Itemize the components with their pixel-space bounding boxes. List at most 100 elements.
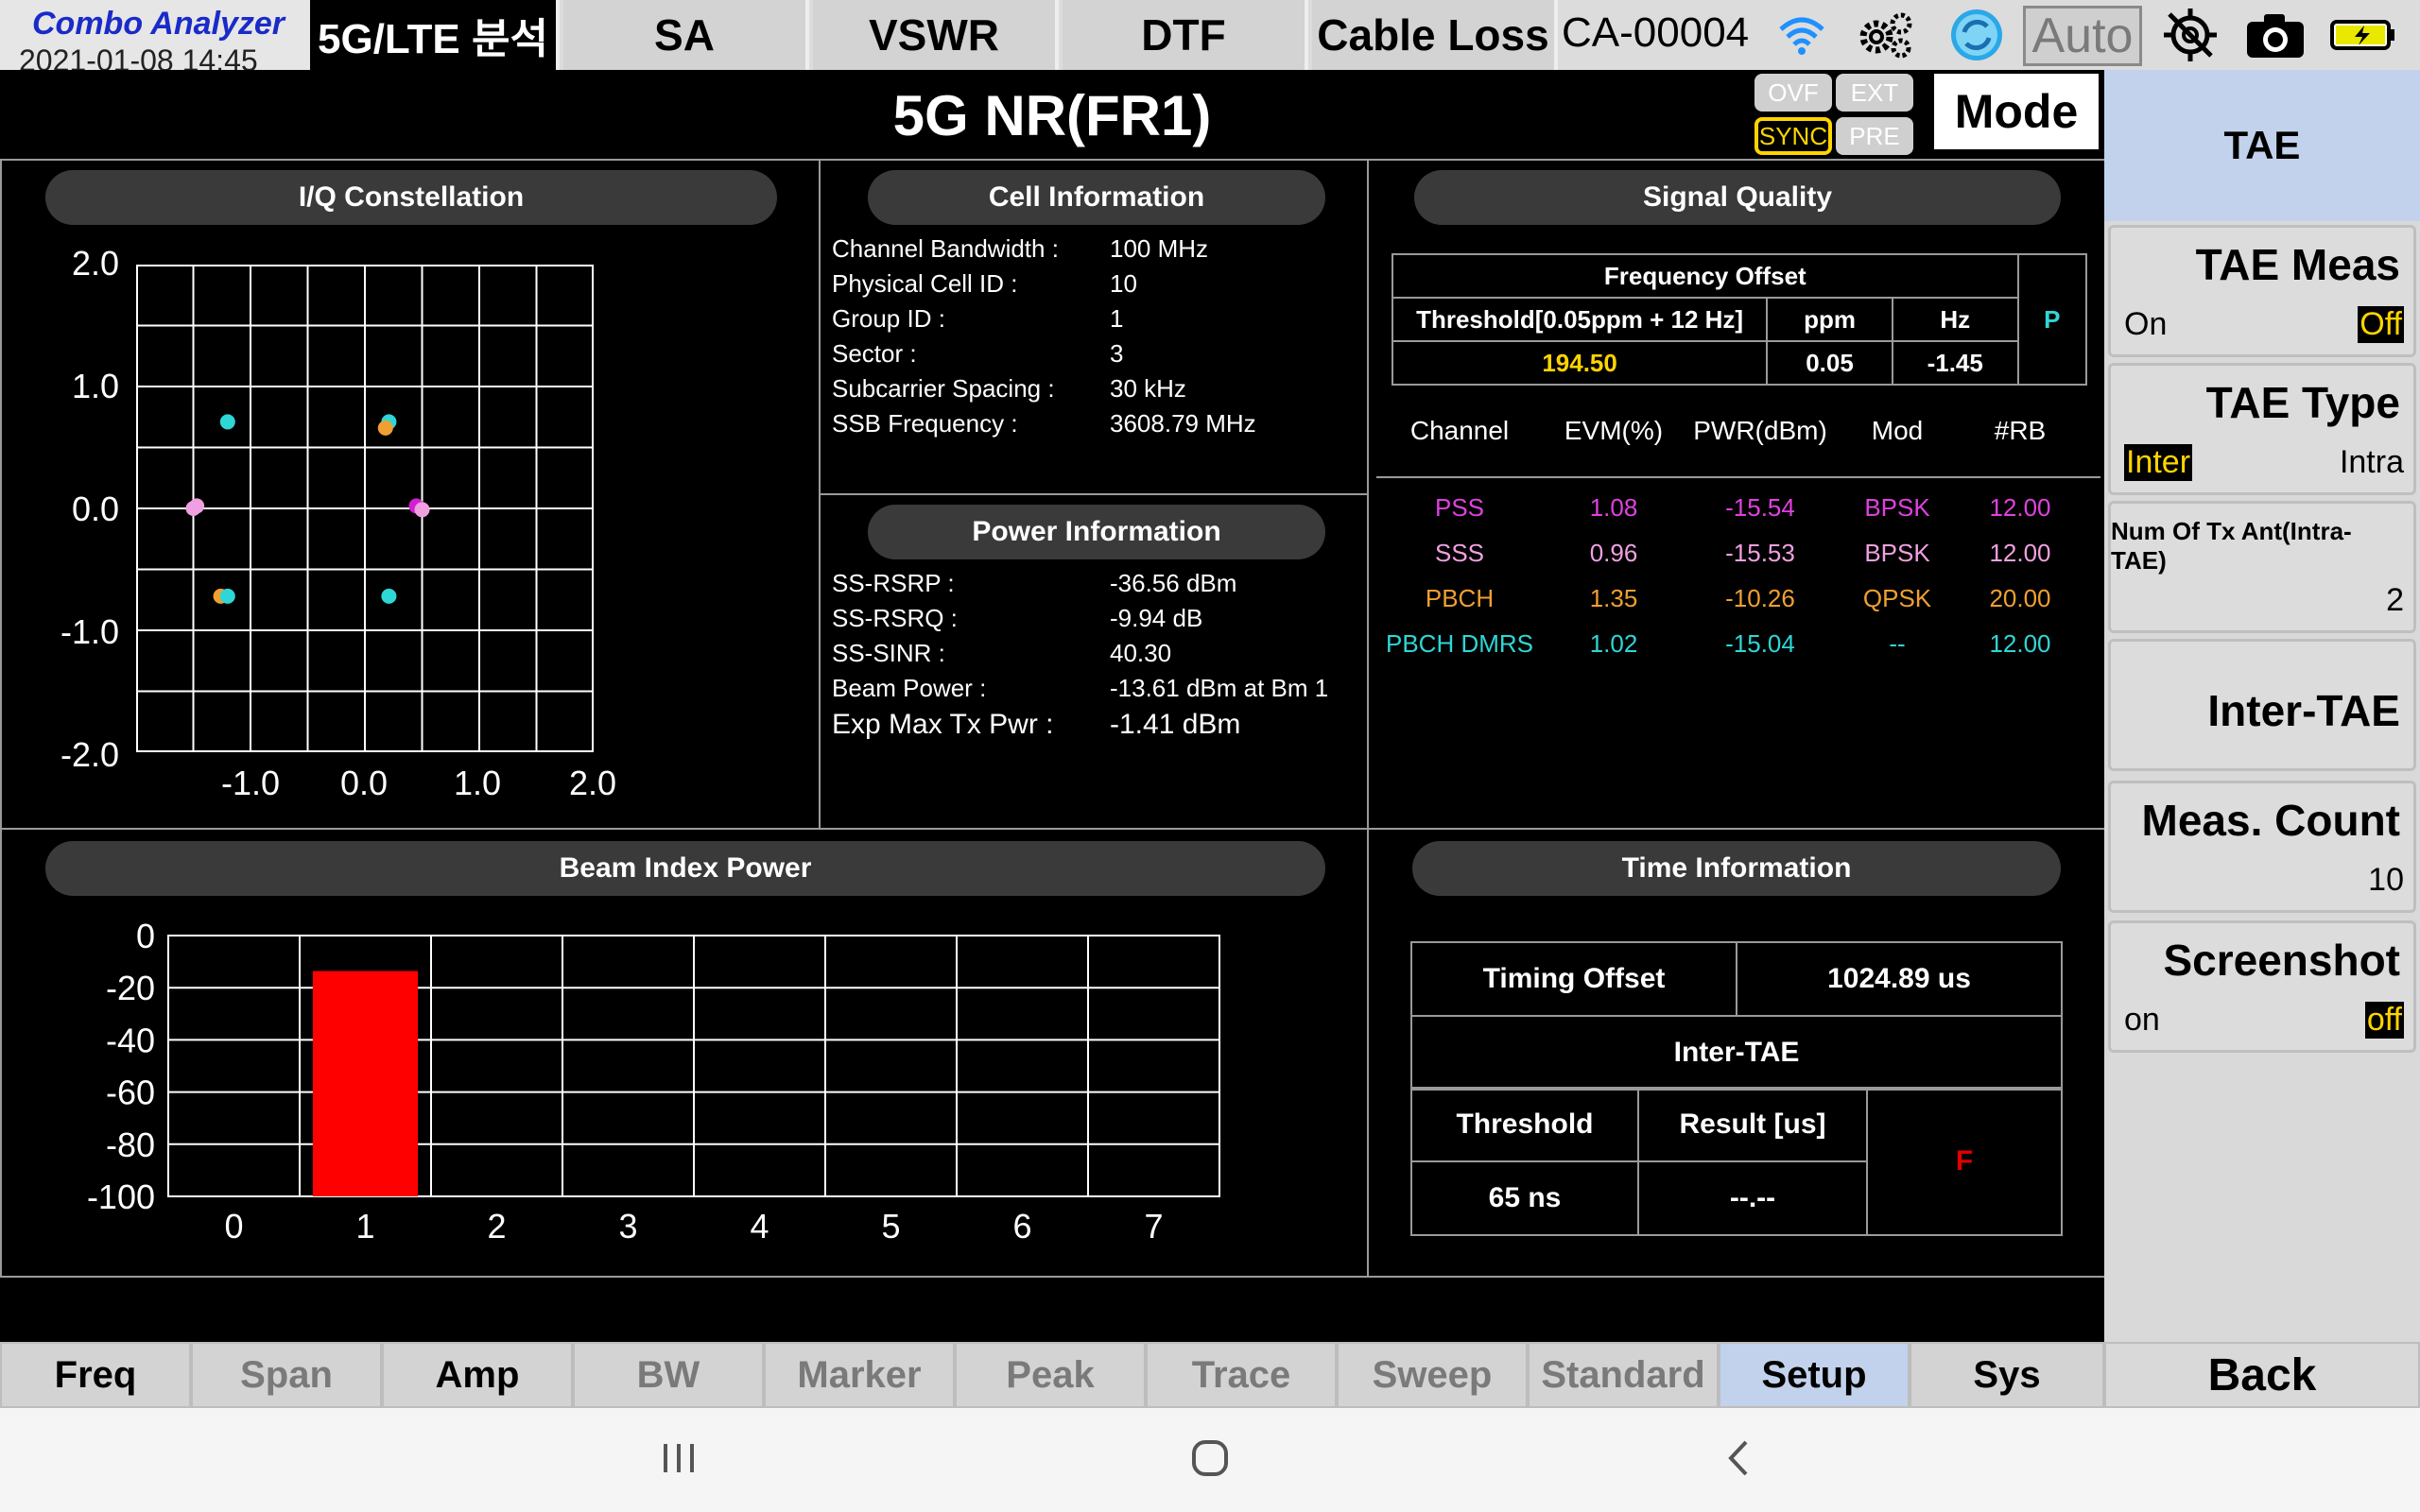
y-tick: 0.0	[72, 490, 120, 528]
tab-5g-lte[interactable]: 5G/LTE 분석	[310, 0, 560, 70]
freq-offset-pass: P	[2016, 253, 2088, 386]
signal-rb-cell: 20.00	[1989, 584, 2051, 612]
signal-header: Signal Quality	[1414, 170, 2061, 225]
bottom-tab-marker[interactable]: Marker	[764, 1342, 955, 1408]
cell-info-label: Sector :	[832, 339, 917, 368]
tab-cable-loss[interactable]: Cable Loss	[1312, 0, 1558, 70]
signal-mod-cell: QPSK	[1862, 584, 1932, 612]
inter-tae-button[interactable]: Inter-TAE	[2108, 639, 2416, 771]
timing-offset-label: Timing Offset	[1410, 941, 1737, 1017]
bottom-tab-setup[interactable]: Setup	[1719, 1342, 1910, 1408]
bottom-tab-sweep[interactable]: Sweep	[1337, 1342, 1528, 1408]
signal-channel-cell: PBCH DMRS	[1385, 629, 1533, 658]
bottom-tab-span[interactable]: Span	[191, 1342, 382, 1408]
y-tick: -2.0	[60, 735, 120, 774]
back-nav-icon[interactable]	[1702, 1425, 1777, 1491]
sync-icon[interactable]	[1944, 6, 2010, 64]
tab-sa[interactable]: SA	[563, 0, 809, 70]
bottom-tab-bw[interactable]: BW	[573, 1342, 764, 1408]
ppm-header: ppm	[1766, 297, 1893, 342]
screenshot-off: off	[2364, 1002, 2404, 1039]
battery-icon	[2325, 6, 2401, 64]
auto-button[interactable]: Auto	[2023, 6, 2142, 66]
target-icon[interactable]	[2157, 6, 2223, 64]
result-value: --.--	[1637, 1160, 1868, 1236]
beam-x-tick: 7	[1144, 1207, 1163, 1246]
top-bar: Combo Analyzer 2021-01-08 14:45 5G/LTE 분…	[0, 0, 2420, 70]
signal-evm-cell: 0.96	[1589, 539, 1638, 567]
power-info-label: SS-RSRP :	[832, 569, 955, 597]
num-tx-ant-label: Num Of Tx Ant(Intra-TAE)	[2111, 517, 2352, 575]
col-mod: Mod	[1871, 416, 1924, 445]
beam-chart: 0 -20 -40 -60 -80 -100 0 1 2 3 4 5 6 7	[87, 917, 1220, 1246]
mode-button[interactable]: Mode	[1934, 74, 2099, 149]
home-icon[interactable]	[1172, 1425, 1248, 1491]
divider	[1376, 476, 2100, 478]
beam-header: Beam Index Power	[45, 841, 1325, 896]
x-tick: -1.0	[221, 764, 281, 802]
cell-info-label: Group ID :	[832, 304, 945, 333]
threshold-label: Threshold	[1410, 1087, 1639, 1162]
beam-x-tick: 1	[355, 1207, 374, 1246]
tae-type-button[interactable]: TAE Type Inter Intra	[2108, 363, 2416, 495]
freq-offset-title: Frequency Offset	[1392, 253, 2019, 299]
screenshot-button[interactable]: Screenshot on off	[2108, 920, 2416, 1053]
beam-x-tick: 4	[750, 1207, 769, 1246]
tae-meas-button[interactable]: TAE Meas On Off	[2108, 225, 2416, 357]
datetime: 2021-01-08 14:45	[19, 43, 258, 70]
bottom-tab-peak[interactable]: Peak	[955, 1342, 1146, 1408]
iq-panel: I/Q Constellation 2.0 1.0 0.0 -1.0 -2.0 …	[0, 159, 821, 830]
meas-count-button[interactable]: Meas. Count 10	[2108, 781, 2416, 913]
recent-apps-icon[interactable]	[641, 1425, 717, 1491]
threshold-value: 194.50	[1391, 340, 1769, 386]
power-info-label: SS-RSRQ :	[832, 604, 958, 632]
num-tx-ant-value: 2	[2386, 582, 2404, 618]
beam-bar	[312, 971, 419, 1196]
screenshot-label: Screenshot	[2163, 936, 2400, 985]
signal-pwr-cell: -15.53	[1725, 539, 1795, 567]
sync-indicator: SYNC	[1754, 117, 1832, 155]
signal-mod-cell: BPSK	[1864, 493, 1930, 522]
beam-x-tick: 5	[881, 1207, 900, 1246]
beam-y-tick: -40	[106, 1021, 155, 1059]
col-rb: #RB	[1994, 416, 2047, 445]
power-info-label: Exp Max Tx Pwr :	[832, 709, 1054, 740]
power-info-label: Beam Power :	[832, 674, 987, 702]
signal-pwr-cell: -10.26	[1725, 584, 1795, 612]
power-info-value: -9.94 dB	[1110, 604, 1203, 632]
power-info-value: 40.30	[1110, 639, 1172, 667]
softkey-header: TAE	[2104, 70, 2420, 221]
tab-dtf[interactable]: DTF	[1063, 0, 1308, 70]
signal-panel: Signal Quality Frequency Offset P Thresh…	[1367, 159, 2106, 830]
bottom-tab-amp[interactable]: Amp	[382, 1342, 573, 1408]
bottom-tab-freq[interactable]: Freq	[0, 1342, 191, 1408]
power-panel: Power Information SS-RSRP : -36.56 dBm SS-…	[819, 493, 1369, 830]
iq-point	[219, 588, 235, 604]
bottom-tab-standard[interactable]: Standard	[1528, 1342, 1719, 1408]
beam-x-tick: 3	[618, 1207, 637, 1246]
iq-point	[381, 588, 397, 604]
bottom-tab-sys[interactable]: Sys	[1910, 1342, 2104, 1408]
bottom-tab-trace[interactable]: Trace	[1146, 1342, 1337, 1408]
cell-info-label: SSB Frequency :	[832, 409, 1018, 438]
num-tx-ant-button[interactable]: Num Of Tx Ant(Intra-TAE) 2	[2108, 501, 2416, 633]
cell-info-value: 10	[1110, 269, 1137, 298]
power-header: Power Information	[868, 505, 1325, 559]
iq-point	[219, 414, 235, 430]
ppm-value: 0.05	[1766, 340, 1893, 386]
beam-y-tick: 0	[136, 917, 155, 955]
screenshot-on: on	[2124, 1002, 2160, 1038]
timing-offset-value: 1024.89 us	[1736, 941, 2063, 1017]
right-softkey-panel: TAE TAE Meas On Off TAE Type Inter Intra…	[2104, 70, 2420, 1418]
x-tick: 0.0	[340, 764, 389, 802]
beam-y-tick: -20	[106, 969, 155, 1007]
signal-mod-cell: --	[1889, 629, 1906, 658]
hz-value: -1.45	[1891, 340, 2019, 386]
back-button[interactable]: Back	[2104, 1342, 2420, 1408]
camera-icon[interactable]	[2242, 6, 2308, 64]
gear-icon[interactable]	[1853, 6, 1919, 64]
col-channel: Channel	[1409, 416, 1510, 445]
beam-y-tick: -100	[87, 1177, 155, 1216]
tab-vswr[interactable]: VSWR	[813, 0, 1059, 70]
power-info-value: -1.41 dBm	[1110, 709, 1241, 740]
